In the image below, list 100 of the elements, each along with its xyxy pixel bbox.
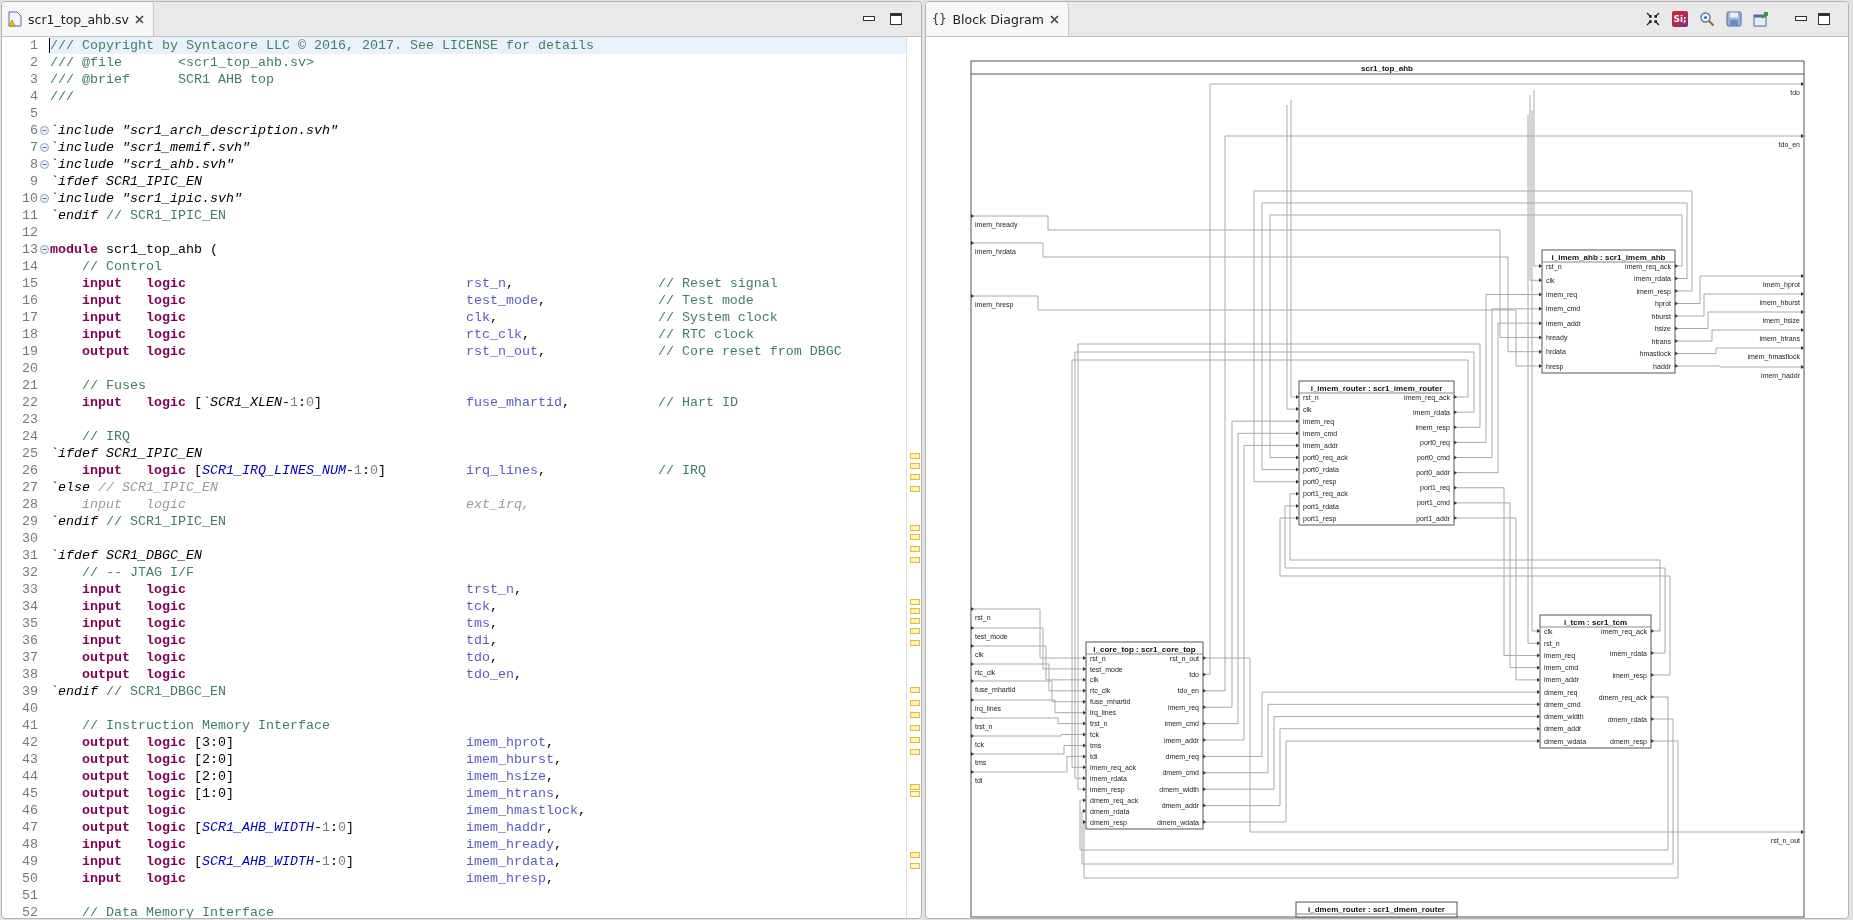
close-icon[interactable] (1049, 14, 1059, 24)
code-line: `endif // SCR1_IPIC_EN (50, 207, 226, 224)
text-cursor (49, 38, 50, 53)
code-line: output logic [SCR1_AHB_WIDTH-1:0] imem_haddr, (81, 819, 554, 836)
window-pin-icon[interactable] (1753, 11, 1769, 27)
maximize-icon[interactable] (890, 13, 902, 25)
line-number: 49 (21, 853, 38, 870)
line-number: 4 (29, 88, 38, 105)
code-line: output logic [1:0] imem_htrans, (81, 785, 562, 802)
line-number: 34 (21, 598, 38, 615)
fold-icon[interactable] (39, 143, 49, 152)
marker-icon[interactable] (910, 557, 920, 563)
line-number: 32 (21, 564, 38, 581)
marker-icon[interactable] (910, 791, 920, 797)
code-line: input logic test_mode, // Test mode (81, 292, 754, 309)
marker-icon[interactable] (910, 599, 920, 605)
line-number: 8 (29, 156, 38, 173)
minimize-icon[interactable] (1795, 16, 1807, 22)
line-number: 5 (29, 105, 38, 122)
line-number: 7 (29, 139, 38, 156)
block-title: i_imem_ahb : scr1_imem_ahb (1551, 252, 1666, 262)
line-number: 21 (21, 377, 38, 394)
diagram-tab[interactable]: {} Block Diagram (926, 2, 1069, 36)
code-line: input logic tck, (81, 598, 498, 615)
code-line: // Fuses (81, 377, 146, 394)
code-line: input logic [SCR1_AHB_WIDTH-1:0] imem_hrdata, (81, 853, 562, 870)
marker-icon[interactable] (910, 534, 920, 540)
code-line: /// (50, 88, 74, 105)
marker-icon[interactable] (910, 725, 920, 731)
line-number: 50 (21, 870, 38, 887)
close-icon[interactable] (134, 14, 144, 24)
line-number: 35 (21, 615, 38, 632)
marker-icon[interactable] (910, 474, 920, 480)
line-number: 40 (21, 700, 38, 717)
fold-icon[interactable] (39, 245, 49, 254)
marker-icon[interactable] (910, 525, 920, 531)
marker-icon[interactable] (910, 700, 920, 706)
marker-icon[interactable] (910, 737, 920, 743)
line-number: 13 (21, 241, 38, 258)
code-line: `include "scr1_memif.svh" (50, 139, 250, 156)
marker-icon[interactable] (910, 749, 920, 755)
fold-icon[interactable] (39, 126, 49, 135)
marker-icon[interactable] (910, 784, 920, 790)
line-number: 43 (21, 751, 38, 768)
line-number: 36 (21, 632, 38, 649)
code-line: // -- JTAG I/F (81, 564, 194, 581)
code-line: `ifdef SCR1_IPIC_EN (50, 445, 202, 462)
marker-icon[interactable] (910, 852, 920, 858)
minimize-icon[interactable] (863, 16, 875, 22)
code-line: output logic [2:0] imem_hsize, (81, 768, 554, 785)
line-number: 27 (21, 479, 38, 496)
maximize-icon[interactable] (1818, 13, 1830, 25)
code-line: `else // SCR1_IPIC_EN (50, 479, 218, 496)
line-number: 42 (21, 734, 38, 751)
code-line: `endif // SCR1_IPIC_EN (50, 513, 226, 530)
code-line: /// @brief SCR1 AHB top (50, 71, 274, 88)
code-line: input logic imem_hready, (81, 836, 562, 853)
block-title: i_core_top : scr1_core_top (1093, 644, 1196, 654)
marker-icon[interactable] (910, 863, 920, 869)
code-line: `endif // SCR1_DBGC_EN (50, 683, 226, 700)
line-number: 33 (21, 581, 38, 598)
code-line: output logic imem_hmastlock, (81, 802, 586, 819)
code-line: input logic clk, // System clock (81, 309, 778, 326)
fit-icon[interactable] (1645, 11, 1661, 27)
search-icon[interactable] (1699, 11, 1715, 27)
si-logo[interactable]: Si; (1672, 11, 1688, 27)
code-line: // Control (81, 258, 162, 275)
line-number: 24 (21, 428, 38, 445)
marker-icon[interactable] (910, 453, 920, 459)
line-number: 19 (21, 343, 38, 360)
fold-icon[interactable] (39, 194, 49, 203)
marker-icon[interactable] (910, 640, 920, 646)
marker-icon[interactable] (910, 628, 920, 634)
code-line: input logic ext_irq, (81, 496, 530, 513)
code-line: input logic trst_n, (81, 581, 522, 598)
line-number: 18 (21, 326, 38, 343)
line-number: 52 (21, 904, 38, 918)
marker-icon[interactable] (910, 618, 920, 624)
code-line: // Data Memory Interface (81, 904, 274, 918)
marker-icon[interactable] (910, 608, 920, 614)
code-line: `ifdef SCR1_IPIC_EN (50, 173, 202, 190)
marker-icon[interactable] (910, 546, 920, 552)
line-number: 12 (21, 224, 38, 241)
editor-tab[interactable]: scr1_top_ahb.sv (2, 2, 154, 36)
line-number: 26 (21, 462, 38, 479)
marker-icon[interactable] (910, 687, 920, 693)
line-number: 11 (21, 207, 38, 224)
code-line: `ifdef SCR1_DBGC_EN (50, 547, 202, 564)
marker-icon[interactable] (910, 463, 920, 469)
save-icon[interactable] (1726, 11, 1742, 27)
code-line: input logic imem_hresp, (81, 870, 554, 887)
marker-icon[interactable] (910, 712, 920, 718)
line-number: 17 (21, 309, 38, 326)
line-number: 14 (21, 258, 38, 275)
line-number: 38 (21, 666, 38, 683)
line-number: 44 (21, 768, 38, 785)
marker-icon[interactable] (910, 486, 920, 492)
code-line: `include "scr1_arch_description.svh" (50, 122, 338, 139)
line-number: 9 (29, 173, 38, 190)
fold-icon[interactable] (39, 160, 49, 169)
